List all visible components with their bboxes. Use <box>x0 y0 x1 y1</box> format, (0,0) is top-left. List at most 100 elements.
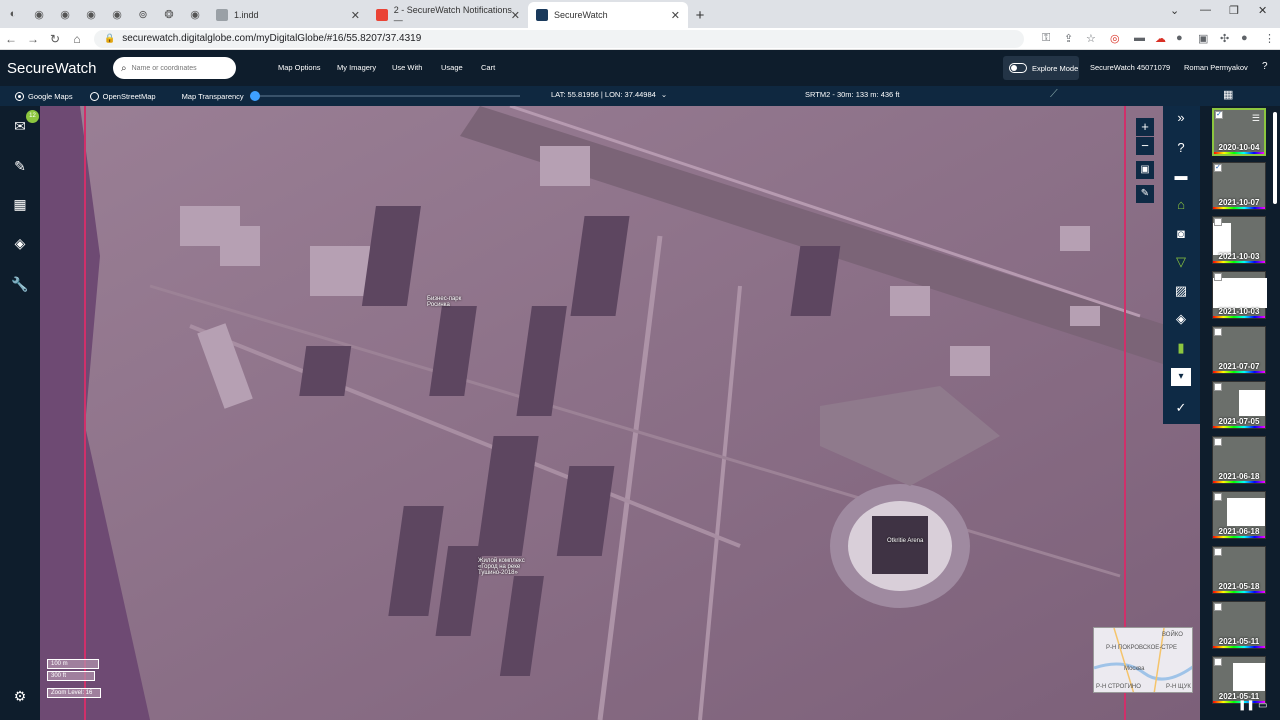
menu-cart[interactable]: Cart <box>481 63 495 72</box>
menu-icon[interactable]: ☰ <box>1252 113 1260 124</box>
account-name[interactable]: SecureWatch 45071079 <box>1090 63 1170 72</box>
chevron-down-icon[interactable]: ⌄ <box>661 90 667 99</box>
thumbnail-checkbox[interactable]: ✓ <box>1214 164 1222 172</box>
back-icon[interactable]: ← <box>0 32 22 46</box>
user-name[interactable]: Roman Permyakov <box>1184 63 1248 72</box>
profile-icon[interactable]: ● <box>1241 32 1248 44</box>
thumbnail[interactable]: 2021-05-11 <box>1212 656 1266 704</box>
thumbnail-checkbox[interactable] <box>1214 383 1222 391</box>
pinned-tab[interactable]: ◐ <box>0 0 26 28</box>
thumbnail-checkbox[interactable] <box>1214 548 1222 556</box>
extension-icon[interactable]: ▣ <box>1198 32 1208 45</box>
home-icon[interactable]: ⌂ <box>66 32 88 46</box>
toggle-switch[interactable] <box>1009 63 1027 73</box>
browser-tab-2[interactable]: 2 - SecureWatch Notifications — ✕ <box>368 2 528 28</box>
extension-icon[interactable]: ● <box>1176 32 1183 44</box>
lock-icon[interactable]: ⌂ <box>1171 195 1191 215</box>
thumbnail-checkbox[interactable] <box>1214 658 1222 666</box>
thumbnail[interactable]: 2021-05-11 <box>1212 601 1266 649</box>
ruler-icon[interactable]: ⟋ <box>1050 88 1058 101</box>
thumbnail-checkbox[interactable] <box>1214 328 1222 336</box>
filter-icon[interactable]: ▽ <box>1171 252 1191 272</box>
camera-icon[interactable]: ◙ <box>1171 224 1191 244</box>
help-circle-icon[interactable]: ? <box>1171 138 1191 158</box>
close-icon[interactable]: ✕ <box>511 9 520 22</box>
minimize-icon[interactable]: — <box>1200 4 1211 16</box>
pencil-icon[interactable]: ✎ <box>1136 185 1154 203</box>
layers-icon[interactable]: ◈ <box>10 233 30 253</box>
extension-icon[interactable]: ☁ <box>1155 32 1166 45</box>
pause-icon[interactable]: ❚❚ <box>1238 700 1255 711</box>
thumbnail[interactable]: 2021-10-03 <box>1212 271 1267 319</box>
map-book-icon[interactable]: ▣ <box>1136 161 1154 179</box>
menu-map-options[interactable]: Map Options <box>278 63 321 72</box>
zoom-out-button[interactable]: − <box>1136 137 1154 155</box>
close-icon[interactable]: ✕ <box>671 9 680 22</box>
search-input[interactable] <box>131 64 222 72</box>
key-icon[interactable]: ⚿ <box>1042 32 1050 45</box>
thumbnail-checkbox[interactable] <box>1214 603 1222 611</box>
thumbnail[interactable]: 2021-07-07 <box>1212 326 1266 374</box>
table-icon[interactable]: ▦ <box>10 194 30 214</box>
pinned-tab[interactable]: ◉ <box>182 0 208 28</box>
dropdown-icon[interactable]: ▾ <box>1171 368 1191 386</box>
chevron-down-icon[interactable]: ⌄ <box>1170 4 1179 17</box>
thumbnail-checkbox[interactable] <box>1214 218 1222 226</box>
thumbnail[interactable]: ✓ 2021-10-07 <box>1212 162 1266 210</box>
wrench-icon[interactable]: 🔧 <box>10 274 30 294</box>
restore-icon[interactable]: ❐ <box>1229 4 1239 17</box>
share-icon[interactable]: ⇪ <box>1064 32 1073 45</box>
thumbnail[interactable]: ✓ ☰ 2020-10-04 <box>1212 108 1266 156</box>
url-field[interactable]: 🔒 securewatch.digitalglobe.com/myDigital… <box>94 29 1024 48</box>
pinned-tab[interactable]: ◉ <box>78 0 104 28</box>
fullscreen-icon[interactable]: ▭ <box>1258 700 1267 711</box>
help-icon[interactable]: ? <box>1262 61 1268 72</box>
puzzle-icon[interactable]: ✣ <box>1220 32 1229 45</box>
browser-tab-1[interactable]: 1.indd ✕ <box>208 2 368 28</box>
kebab-menu-icon[interactable]: ⋮ <box>1264 32 1275 45</box>
extension-icon[interactable]: ▬ <box>1134 32 1145 44</box>
thumbnail-checkbox[interactable]: ✓ <box>1215 111 1223 119</box>
close-window-icon[interactable]: ✕ <box>1258 4 1267 17</box>
zoom-in-button[interactable]: + <box>1136 118 1154 136</box>
reload-icon[interactable]: ↻ <box>44 32 66 46</box>
extension-icon[interactable]: ◎ <box>1110 32 1120 45</box>
expand-icon[interactable]: » <box>1171 108 1191 128</box>
edit-icon[interactable]: ✎ <box>10 156 30 176</box>
close-icon[interactable]: ✕ <box>351 9 360 22</box>
thumbnail[interactable]: 2021-07-05 <box>1212 381 1266 429</box>
thumbnail-checkbox[interactable] <box>1214 273 1222 281</box>
thumbnail[interactable]: 2021-06-18 <box>1212 436 1266 484</box>
settings-icon[interactable]: ⚙ <box>10 686 30 706</box>
overview-minimap[interactable]: ВОЙКО Р-Н ПОКРОВСКОЕ-СТРЕ Москва Р-Н СТР… <box>1093 627 1193 693</box>
grid-view-icon[interactable]: ▦ <box>1223 88 1233 101</box>
tag-icon[interactable]: ▮ <box>1171 338 1191 358</box>
pinned-tab[interactable]: ❂ <box>156 0 182 28</box>
menu-use-with[interactable]: Use With <box>392 63 422 72</box>
thumbnail[interactable]: 2021-05-18 <box>1212 546 1266 594</box>
new-tab-button[interactable]: + <box>688 2 712 28</box>
thumbnail-checkbox[interactable] <box>1214 438 1222 446</box>
osm-radio[interactable] <box>89 91 99 101</box>
thumbnail[interactable]: 2021-10-03 <box>1212 216 1266 264</box>
thumbnail-checkbox[interactable] <box>1214 493 1222 501</box>
thumbnail[interactable]: 2021-06-18 <box>1212 491 1266 539</box>
pinned-tab[interactable]: ◉ <box>104 0 130 28</box>
browser-tab-3[interactable]: SecureWatch ✕ <box>528 2 688 28</box>
star-icon[interactable]: ☆ <box>1086 32 1096 45</box>
thumbnail-scrollbar[interactable] <box>1273 112 1277 204</box>
pinned-tab[interactable]: ⊚ <box>130 0 156 28</box>
layers-icon[interactable]: ◈ <box>1171 309 1191 329</box>
menu-my-imagery[interactable]: My Imagery <box>337 63 376 72</box>
explore-mode-toggle[interactable]: Explore Mode <box>1003 56 1079 80</box>
slider-knob[interactable] <box>250 91 260 101</box>
forward-icon[interactable]: → <box>22 32 44 46</box>
slider-icon[interactable]: ▬ <box>1171 166 1191 186</box>
menu-usage[interactable]: Usage <box>441 63 463 72</box>
pinned-tab[interactable]: ◉ <box>26 0 52 28</box>
search-box[interactable]: ⌕ <box>113 57 236 79</box>
transparency-slider[interactable] <box>250 91 520 101</box>
image-icon[interactable]: ▨ <box>1171 281 1191 301</box>
satellite-map[interactable]: Otkritie Arena Жилой комплекс «Город на … <box>40 106 1200 720</box>
check-icon[interactable]: ✓ <box>1171 398 1191 418</box>
